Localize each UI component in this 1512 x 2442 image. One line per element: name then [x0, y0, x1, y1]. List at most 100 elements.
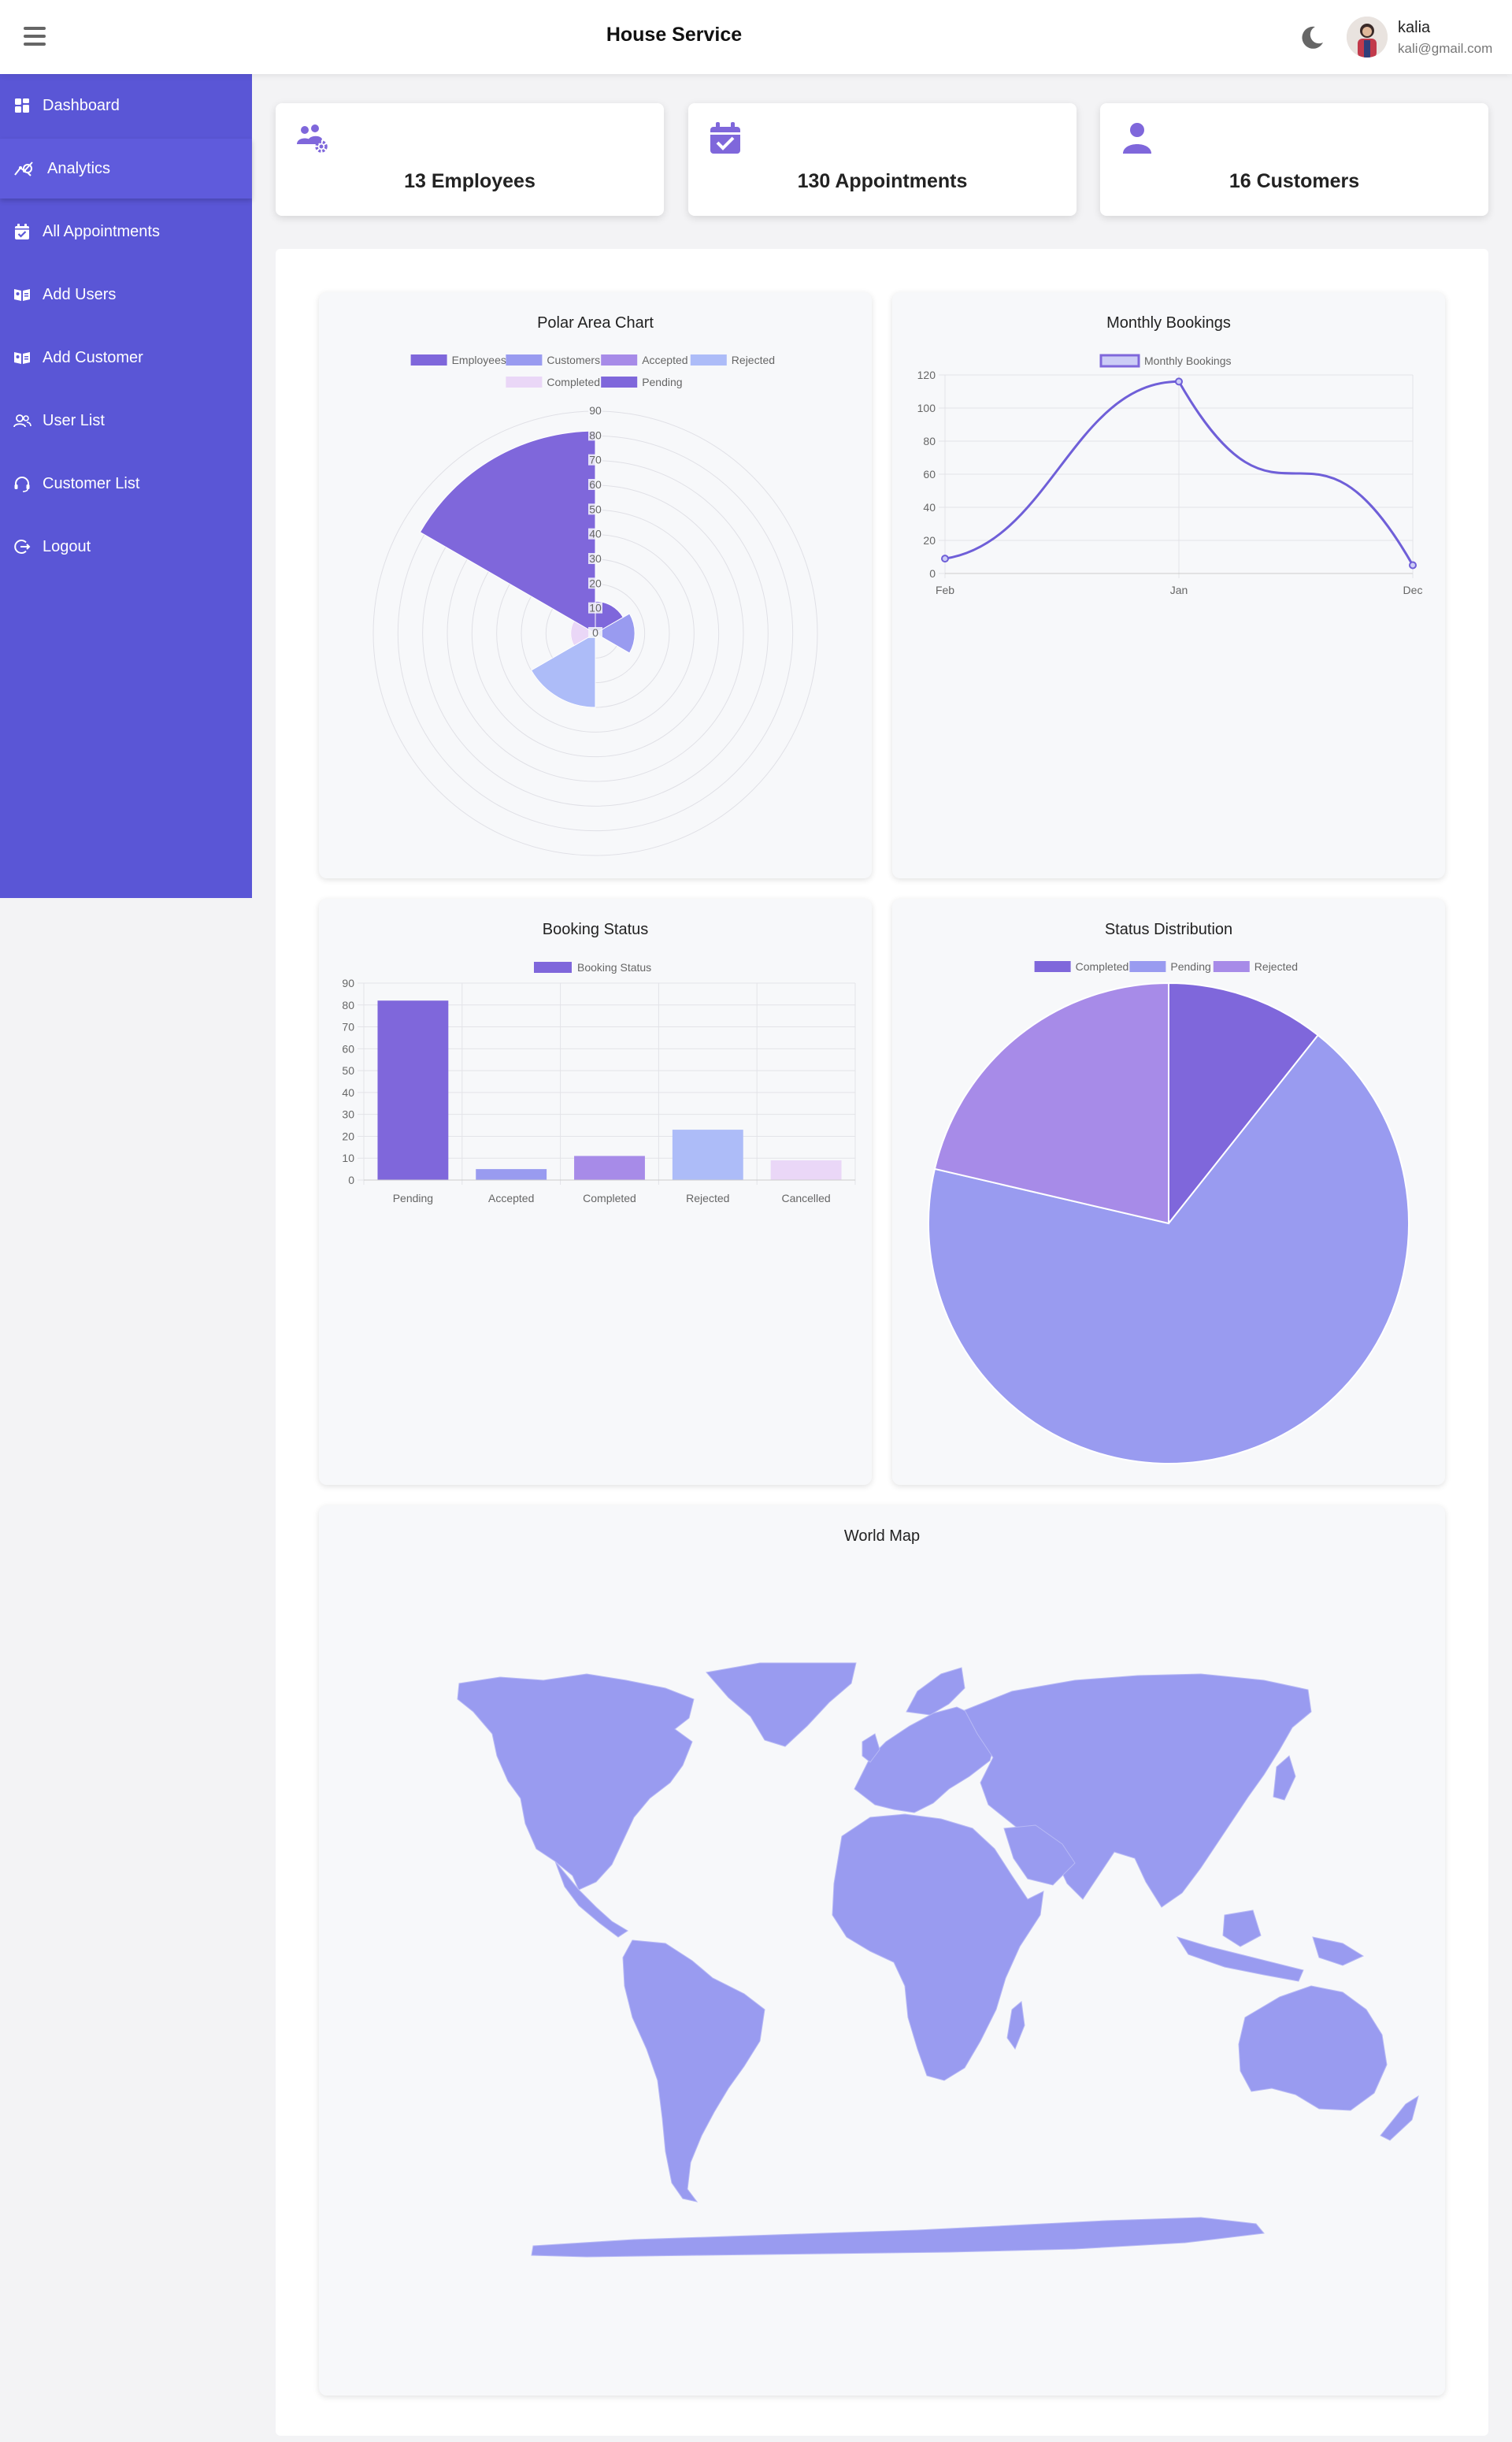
bar-accepted — [476, 1169, 547, 1180]
legend-label: Completed — [1076, 960, 1129, 973]
y-tick-label: 10 — [342, 1152, 354, 1164]
sidebar-item-logout[interactable]: Logout — [0, 517, 252, 577]
booking-status-chart[interactable]: Booking Status 0 10 20 30 40 50 60 70 80 90 Pending… — [319, 899, 872, 1485]
polar-tick-label: 50 — [589, 503, 602, 515]
y-tick-label: 40 — [923, 501, 936, 514]
sidebar-item-label: Dashboard — [43, 96, 120, 114]
analytics-icon — [14, 161, 33, 176]
polar-tick-label: 60 — [589, 478, 602, 491]
x-tick-label: Pending — [393, 1192, 433, 1204]
y-tick-label: 80 — [923, 435, 936, 447]
y-tick-label: 60 — [342, 1042, 354, 1055]
sidebar-item-label: Add Customer — [43, 348, 143, 366]
y-tick-label: 60 — [923, 468, 936, 481]
bar-rejected — [672, 1130, 743, 1180]
legend-swatch — [410, 354, 447, 366]
polar-segment-pending — [419, 430, 596, 634]
polar-tick-label: 90 — [589, 404, 602, 417]
polar-segment-rejected — [530, 633, 596, 708]
world-map[interactable] — [319, 1505, 1445, 2396]
customers-count: 16 Customers — [1228, 170, 1360, 192]
user-name: kalia — [1398, 19, 1431, 36]
map-new-zealand — [1380, 2095, 1419, 2141]
y-tick-label: 0 — [348, 1174, 354, 1186]
stat-card-customers[interactable]: 16 Customers — [1100, 103, 1488, 216]
legend-label: Customers — [547, 354, 600, 366]
sidebar-item-add-customer[interactable]: Add Customer — [0, 328, 252, 388]
sidebar-item-dashboard[interactable]: Dashboard — [0, 76, 252, 135]
polar-tick-label: 10 — [589, 602, 602, 614]
dark-mode-moon-icon[interactable] — [1296, 22, 1328, 54]
y-tick-label: 100 — [917, 402, 936, 414]
sidebar-item-customer-list[interactable]: Customer List — [0, 454, 252, 514]
sidebar-item-label: Logout — [43, 537, 91, 555]
polar-tick-label: 30 — [589, 552, 602, 565]
polar-tick-label: 40 — [589, 528, 602, 540]
sidebar-item-label: All Appointments — [43, 222, 160, 240]
booking-status-card: Booking Status Booking Status 0 10 20 30 40 50… — [319, 899, 872, 1485]
sidebar-item-label: Customer List — [43, 474, 140, 492]
legend-label: Accepted — [642, 354, 687, 366]
legend-swatch — [506, 354, 543, 366]
users-icon — [13, 414, 32, 428]
sidebar-item-label: User List — [43, 411, 105, 429]
map-south-america — [622, 1939, 765, 2203]
y-tick-label: 20 — [342, 1130, 354, 1142]
app-title: House Service — [606, 24, 743, 46]
monthly-bookings-chart[interactable]: Monthly Bookings 0 20 40 60 80 100 120 Feb Jan Dec — [892, 292, 1445, 878]
stat-card-employees[interactable]: 13 Employees — [276, 103, 664, 216]
line-point — [941, 555, 949, 563]
legend-label: Completed — [547, 376, 600, 388]
calendar-check-icon — [15, 224, 29, 239]
sidebar-item-all-appointments[interactable]: All Appointments — [0, 202, 252, 262]
x-tick-label: Feb — [936, 584, 954, 596]
legend-label: Pending — [1170, 960, 1210, 973]
x-tick-label: Accepted — [488, 1192, 534, 1204]
calendar-check-icon — [710, 122, 740, 154]
world-map-card: World Map — [319, 1505, 1445, 2396]
legend-swatch — [601, 354, 638, 366]
y-tick-label: 80 — [342, 999, 354, 1011]
legend-swatch — [1129, 961, 1166, 972]
appointments-count: 130 Appointments — [797, 170, 968, 192]
sidebar-item-user-list[interactable]: User List — [0, 391, 252, 451]
user-avatar[interactable] — [1347, 17, 1388, 58]
legend-label: Rejected — [1254, 960, 1298, 973]
monthly-bookings-card: Monthly Bookings Monthly Bookings 0 20 40 60… — [892, 292, 1445, 878]
y-tick-label: 40 — [342, 1086, 354, 1099]
sidebar-item-analytics[interactable]: Analytics — [0, 139, 252, 199]
polar-area-card: Polar Area Chart Employees Customers Accep… — [319, 292, 872, 878]
map-madagascar — [1006, 2001, 1025, 2050]
line-point — [1175, 377, 1183, 386]
bar-cancelled — [770, 1160, 842, 1180]
legend-swatch — [690, 354, 727, 366]
legend-swatch — [1034, 961, 1071, 972]
polar-tick-label: 20 — [589, 577, 602, 589]
polar-area-chart[interactable]: Employees Customers Accepted Rejected Comple… — [319, 292, 872, 878]
sidebar-item-label: Analytics — [47, 159, 111, 177]
legend-label: Rejected — [732, 354, 775, 366]
employees-count: 13 Employees — [404, 170, 536, 192]
user-icon — [1123, 123, 1151, 154]
status-distribution-card: Status Distribution Completed Pending Reje… — [892, 899, 1445, 1485]
legend-label: Pending — [642, 376, 682, 388]
polar-tick-label: 70 — [589, 454, 602, 466]
analytics-panel: Polar Area Chart Employees Customers Accep… — [276, 249, 1488, 2436]
polar-tick-label: 0 — [592, 626, 598, 639]
y-tick-label: 120 — [917, 369, 936, 381]
y-tick-label: 90 — [342, 977, 354, 989]
map-australia — [1238, 1985, 1388, 2111]
status-distribution-chart[interactable]: Completed Pending Rejected — [892, 899, 1445, 1485]
bar-pending — [377, 1000, 449, 1180]
x-tick-label: Dec — [1403, 584, 1423, 596]
y-tick-label: 20 — [923, 534, 936, 547]
legend-label: Monthly Bookings — [1144, 354, 1232, 367]
legend-label: Booking Status — [577, 961, 651, 974]
line-point — [1409, 561, 1417, 570]
x-tick-label: Completed — [583, 1192, 636, 1204]
sidebar-item-add-users[interactable]: Add Users — [0, 265, 252, 325]
y-tick-label: 0 — [929, 567, 936, 580]
stat-card-appointments[interactable]: 130 Appointments — [688, 103, 1077, 216]
bar-completed — [574, 1156, 645, 1180]
legend-swatch — [601, 377, 638, 388]
